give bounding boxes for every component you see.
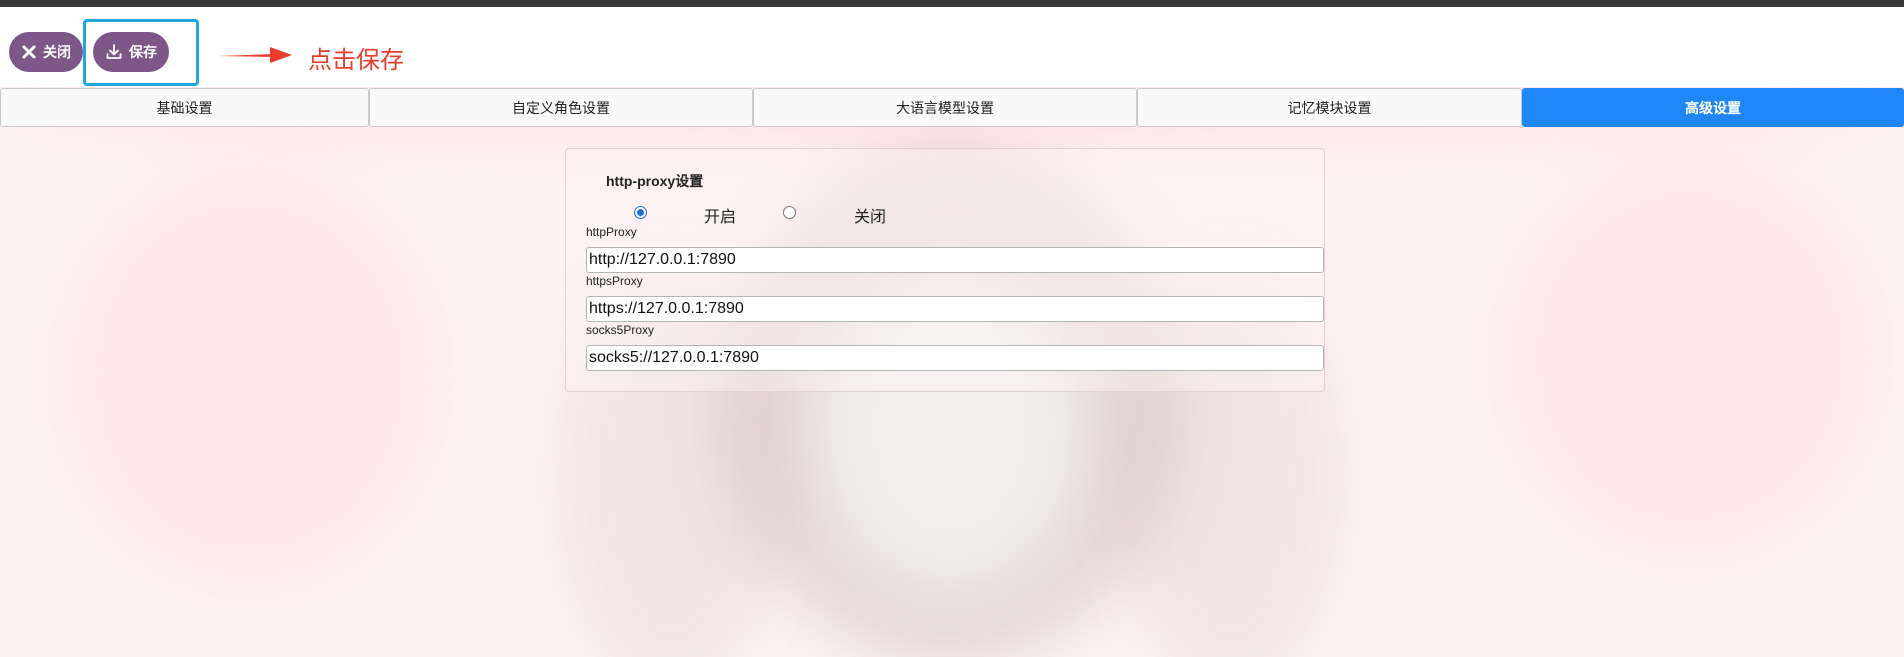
download-icon (106, 44, 122, 59)
arrow-right-icon (218, 47, 292, 63)
http-proxy-label: httpProxy (586, 225, 637, 239)
save-button-label: 保存 (129, 44, 157, 60)
close-icon (22, 45, 36, 59)
proxy-enable-radio[interactable] (634, 206, 647, 219)
save-button[interactable]: 保存 (93, 32, 169, 72)
tab-basic-settings[interactable]: 基础设置 (0, 88, 369, 127)
proxy-disable-radio[interactable] (783, 206, 796, 219)
https-proxy-label: httpsProxy (586, 274, 643, 288)
window-top-bar (0, 0, 1904, 7)
https-proxy-input[interactable] (586, 296, 1324, 322)
proxy-disable-label: 关闭 (854, 209, 887, 226)
proxy-settings-panel: http-proxy设置 开启 关闭 httpProxy httpsProxy … (565, 148, 1325, 392)
proxy-section-title: http-proxy设置 (606, 173, 704, 189)
proxy-enable-label: 开启 (704, 209, 737, 226)
socks5-proxy-label: socks5Proxy (586, 323, 655, 337)
tab-llm-settings[interactable]: 大语言模型设置 (753, 88, 1137, 127)
toolbar: 关闭 保存 点击保存 (0, 7, 1904, 87)
tab-custom-role-settings[interactable]: 自定义角色设置 (369, 88, 753, 127)
save-hint-annotation: 点击保存 (308, 47, 404, 74)
socks5-proxy-input[interactable] (586, 345, 1324, 371)
settings-tabs: 基础设置 自定义角色设置 大语言模型设置 记忆模块设置 高级设置 (0, 88, 1904, 127)
tab-advanced-settings[interactable]: 高级设置 (1522, 88, 1904, 127)
close-button[interactable]: 关闭 (9, 32, 83, 72)
close-button-label: 关闭 (43, 44, 71, 60)
tab-memory-settings[interactable]: 记忆模块设置 (1137, 88, 1522, 127)
http-proxy-input[interactable] (586, 247, 1324, 273)
